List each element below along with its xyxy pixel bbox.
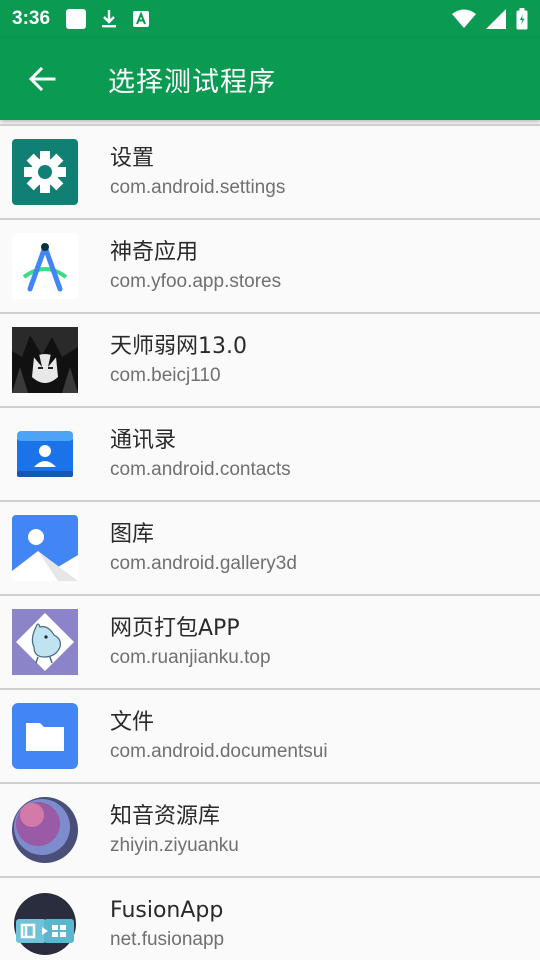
app-name: 知音资源库 xyxy=(110,804,221,829)
app-name: FusionApp xyxy=(110,898,224,923)
battery-icon xyxy=(516,8,528,30)
app-package: com.yfoo.app.stores xyxy=(110,271,282,292)
list-item[interactable]: 图库 com.android.gallery3d xyxy=(0,502,540,596)
moomin-icon xyxy=(12,609,78,675)
app-bar: 选择测试程序 xyxy=(0,38,540,120)
folder-icon xyxy=(12,703,78,769)
app-name: 文件 xyxy=(110,710,155,735)
app-package: com.android.contacts xyxy=(110,459,291,480)
app-package: com.beicj110 xyxy=(110,365,221,386)
app-name: 神奇应用 xyxy=(110,240,199,265)
list-item[interactable]: 神奇应用 com.yfoo.app.stores xyxy=(0,220,540,314)
contacts-icon xyxy=(17,431,73,477)
list-item[interactable]: 通讯录 com.android.contacts xyxy=(0,408,540,502)
app-package: com.android.gallery3d xyxy=(110,553,297,574)
app-list: 设置 com.android.settings 神奇应用 com.yfoo.ap… xyxy=(0,124,540,960)
list-item[interactable]: 网页打包APP com.ruanjianku.top xyxy=(0,596,540,690)
wifi-icon xyxy=(452,9,476,28)
page-title: 选择测试程序 xyxy=(108,66,276,98)
download-icon xyxy=(102,10,117,28)
app-package: zhiyin.ziyuanku xyxy=(110,835,239,856)
anime-avatar-icon xyxy=(12,327,78,393)
list-item[interactable]: 天师弱网13.0 com.beicj110 xyxy=(0,314,540,408)
list-item[interactable]: 文件 com.android.documentsui xyxy=(0,690,540,784)
status-time: 3:36 xyxy=(12,8,51,29)
app-package: com.android.documentsui xyxy=(110,741,328,762)
app-package: com.android.settings xyxy=(110,177,286,198)
gallery-icon xyxy=(12,515,78,581)
app-package: com.ruanjianku.top xyxy=(110,647,271,668)
settings-gear-icon xyxy=(12,139,78,205)
app-name: 网页打包APP xyxy=(110,616,240,641)
purple-circle-icon xyxy=(12,797,78,863)
back-button[interactable] xyxy=(0,38,84,120)
signal-icon xyxy=(486,9,506,29)
notification-square-icon xyxy=(66,9,87,29)
list-item[interactable]: 知音资源库 zhiyin.ziyuanku xyxy=(0,784,540,878)
app-name: 天师弱网13.0 xyxy=(110,334,247,359)
list-item[interactable]: FusionApp net.fusionapp xyxy=(0,878,540,960)
compass-a-icon xyxy=(12,233,78,299)
arrow-back-icon xyxy=(28,66,56,92)
app-name: 设置 xyxy=(110,146,155,171)
app-name: 通讯录 xyxy=(110,428,177,453)
list-item[interactable]: 设置 com.android.settings xyxy=(0,126,540,220)
font-icon xyxy=(133,11,150,27)
status-bar: 3:36 xyxy=(0,0,540,38)
app-package: net.fusionapp xyxy=(110,929,225,950)
fusionapp-icon xyxy=(14,893,76,955)
app-name: 图库 xyxy=(110,522,155,547)
